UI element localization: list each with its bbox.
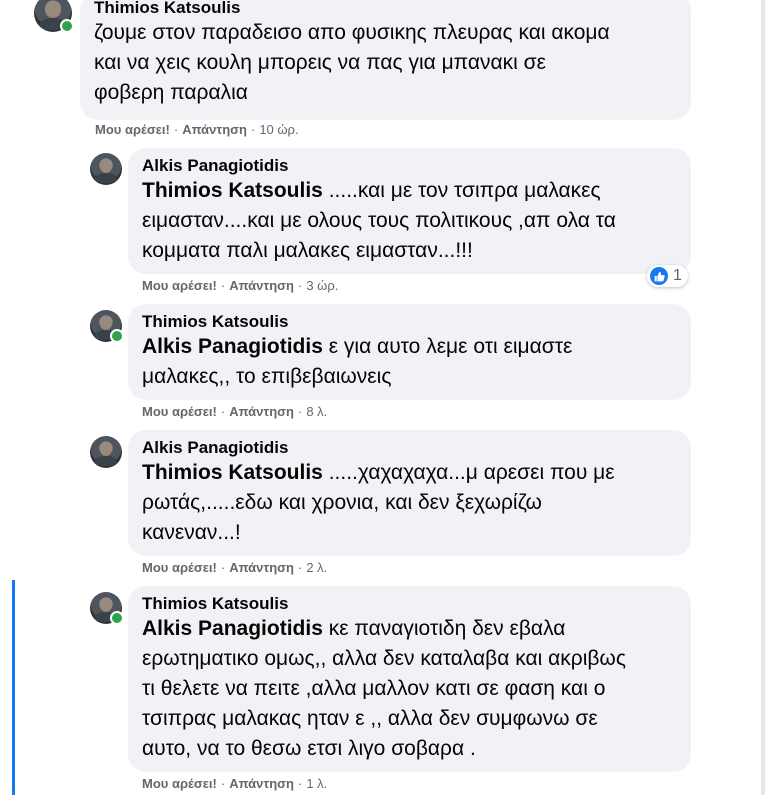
comment-timestamp[interactable]: 10 ώρ. xyxy=(259,122,298,137)
avatar-body xyxy=(94,172,118,184)
comment-actions: Μου αρέσει! · Απάντηση · 1 λ. xyxy=(142,776,327,792)
separator: · xyxy=(297,560,303,575)
like-button[interactable]: Μου αρέσει! xyxy=(142,404,217,419)
mention-link[interactable]: Thimios Katsoulis xyxy=(142,179,323,202)
reply-button[interactable]: Απάντηση xyxy=(229,404,294,419)
comment-timestamp[interactable]: 3 ώρ. xyxy=(306,278,338,293)
comment-bubble: Thimios Katsoulis Alkis Panagiotidis κε … xyxy=(128,586,691,772)
comment-text: Thimios Katsoulis .....και με τον τσιπρα… xyxy=(142,176,679,266)
online-status-icon xyxy=(110,611,124,625)
separator: · xyxy=(297,278,303,293)
comment-bubble: Thimios Katsoulis ζουμε στον παραδεισο α… xyxy=(80,0,691,120)
separator: · xyxy=(173,122,179,137)
like-icon xyxy=(650,267,668,285)
comment-text: Alkis Panagiotidis ε για αυτο λεμε οτι ε… xyxy=(142,332,679,392)
separator: · xyxy=(297,404,303,419)
avatar-face xyxy=(99,597,113,612)
like-button[interactable]: Μου αρέσει! xyxy=(142,776,217,791)
comment-timestamp[interactable]: 8 λ. xyxy=(306,404,327,419)
mention-link[interactable]: Thimios Katsoulis xyxy=(142,461,323,484)
avatar-face xyxy=(99,158,113,173)
scrollbar-track[interactable] xyxy=(761,0,765,795)
mention-link[interactable]: Alkis Panagiotidis xyxy=(142,335,323,358)
separator: · xyxy=(220,560,226,575)
comment-author[interactable]: Thimios Katsoulis xyxy=(142,594,679,614)
avatar[interactable] xyxy=(90,153,122,185)
comment-author[interactable]: Alkis Panagiotidis xyxy=(142,156,679,176)
like-button[interactable]: Μου αρέσει! xyxy=(142,560,217,575)
online-status-icon xyxy=(60,19,74,33)
like-button[interactable]: Μου αρέσει! xyxy=(142,278,217,293)
comment-bubble: Alkis Panagiotidis Thimios Katsoulis ...… xyxy=(128,430,691,556)
mention-link[interactable]: Alkis Panagiotidis xyxy=(142,617,323,640)
comment-text: Thimios Katsoulis .....χαχαχαχα...μ αρεσ… xyxy=(142,458,679,548)
avatar[interactable] xyxy=(90,436,122,468)
comment-bubble: Thimios Katsoulis Alkis Panagiotidis ε γ… xyxy=(128,304,691,400)
thread-highlight-line xyxy=(12,580,15,795)
comment-actions: Μου αρέσει! · Απάντηση · 10 ώρ. xyxy=(95,122,299,138)
comment-actions: Μου αρέσει! · Απάντηση · 8 λ. xyxy=(142,404,327,420)
comment-text: ζουμε στον παραδεισο απο φυσικης πλευρας… xyxy=(94,21,610,104)
reaction-badge[interactable]: 1 xyxy=(647,265,688,287)
separator: · xyxy=(250,122,256,137)
reply-button[interactable]: Απάντηση xyxy=(229,278,294,293)
separator: · xyxy=(220,776,226,791)
like-button[interactable]: Μου αρέσει! xyxy=(95,122,170,137)
comment-author[interactable]: Alkis Panagiotidis xyxy=(142,438,679,458)
avatar-face xyxy=(45,0,61,18)
avatar-body xyxy=(94,455,118,467)
comment-timestamp[interactable]: 1 λ. xyxy=(306,776,327,791)
comment-bubble: Alkis Panagiotidis Thimios Katsoulis ...… xyxy=(128,148,691,274)
avatar[interactable] xyxy=(90,592,124,625)
comment-actions: Μου αρέσει! · Απάντηση · 2 λ. xyxy=(142,560,327,576)
avatar-face xyxy=(99,441,113,456)
separator: · xyxy=(220,404,226,419)
reaction-count: 1 xyxy=(673,267,682,284)
reply-button[interactable]: Απάντηση xyxy=(182,122,247,137)
online-status-icon xyxy=(110,329,124,343)
avatar[interactable] xyxy=(34,0,74,33)
separator: · xyxy=(220,278,226,293)
avatar-face xyxy=(99,315,113,330)
comment-author[interactable]: Thimios Katsoulis xyxy=(142,312,679,332)
reply-button[interactable]: Απάντηση xyxy=(229,776,294,791)
comment-text: Alkis Panagiotidis κε παναγιοτιδη δεν εβ… xyxy=(142,614,679,764)
comment-actions: Μου αρέσει! · Απάντηση · 3 ώρ. xyxy=(142,278,338,294)
reply-button[interactable]: Απάντηση xyxy=(229,560,294,575)
comment-timestamp[interactable]: 2 λ. xyxy=(306,560,327,575)
separator: · xyxy=(297,776,303,791)
comment-author[interactable]: Thimios Katsoulis xyxy=(94,0,679,18)
avatar[interactable] xyxy=(90,310,124,343)
